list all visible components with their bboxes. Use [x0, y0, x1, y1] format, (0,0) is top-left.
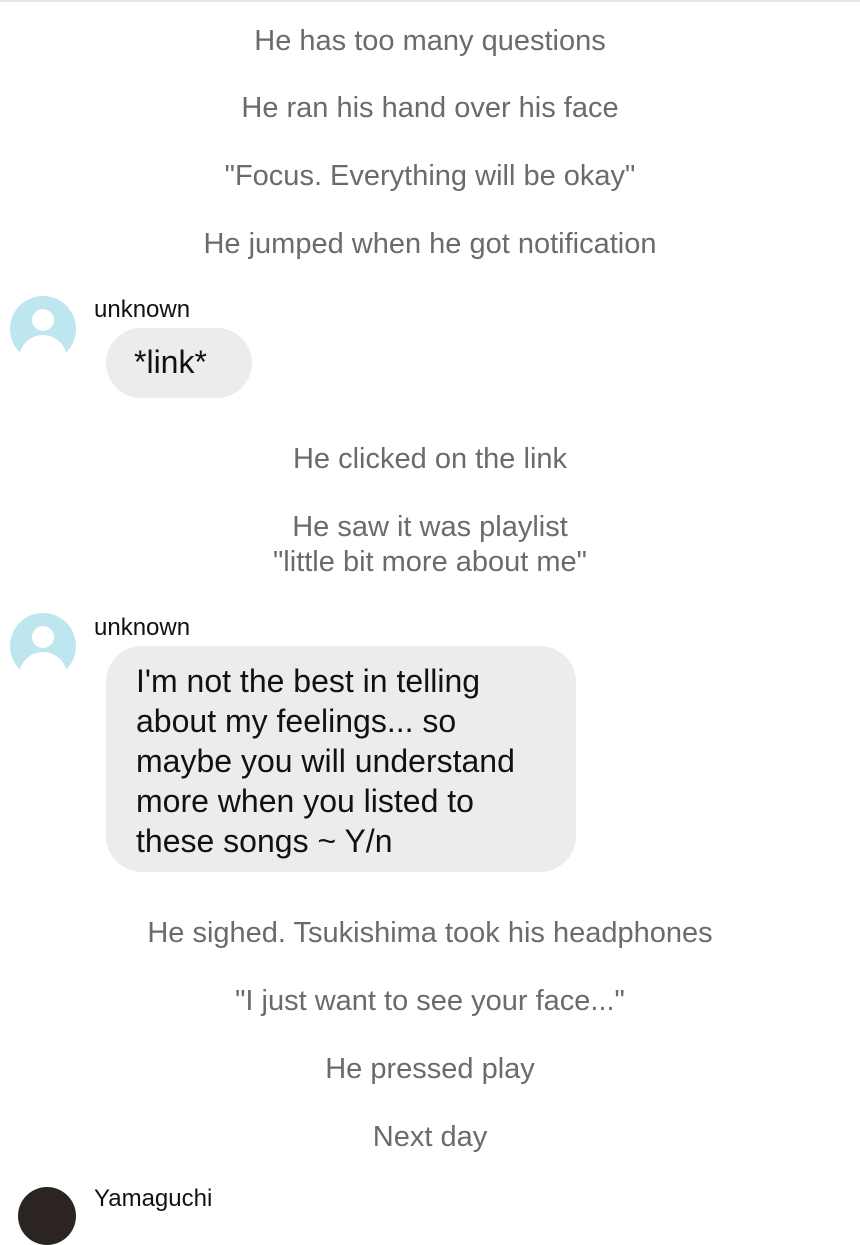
- narration-text: He pressed play: [325, 1053, 535, 1085]
- sender-name: unknown: [94, 614, 191, 641]
- message-bubble[interactable]: I'm not the best in telling about my fee…: [106, 646, 576, 872]
- narration-text: He has too many questions: [254, 25, 606, 57]
- sender-name: unknown: [94, 296, 191, 323]
- narration-text: "little bit more about me": [273, 546, 587, 578]
- narration-text: He ran his hand over his face: [241, 92, 619, 124]
- message-bubble[interactable]: *link*: [106, 328, 252, 398]
- narration-text: "Focus. Everything will be okay": [224, 160, 636, 192]
- narration-text: He sighed. Tsukishima took his headphone…: [147, 917, 713, 949]
- sender-name: Yamaguchi: [94, 1185, 213, 1212]
- message-text: I'm not the best in telling about my fee…: [136, 663, 515, 859]
- message-text: *link*: [134, 344, 207, 380]
- avatar[interactable]: [18, 1187, 76, 1245]
- narration-text: Next day: [372, 1121, 488, 1153]
- narration-text: He jumped when he got notification: [203, 228, 657, 260]
- person-placeholder-icon[interactable]: [10, 296, 76, 362]
- top-divider: [0, 0, 860, 2]
- narration-text: He saw it was playlist: [292, 511, 568, 543]
- narration-text: "I just want to see your face...": [235, 985, 625, 1017]
- person-placeholder-icon[interactable]: [10, 613, 76, 679]
- narration-text: He clicked on the link: [292, 443, 568, 475]
